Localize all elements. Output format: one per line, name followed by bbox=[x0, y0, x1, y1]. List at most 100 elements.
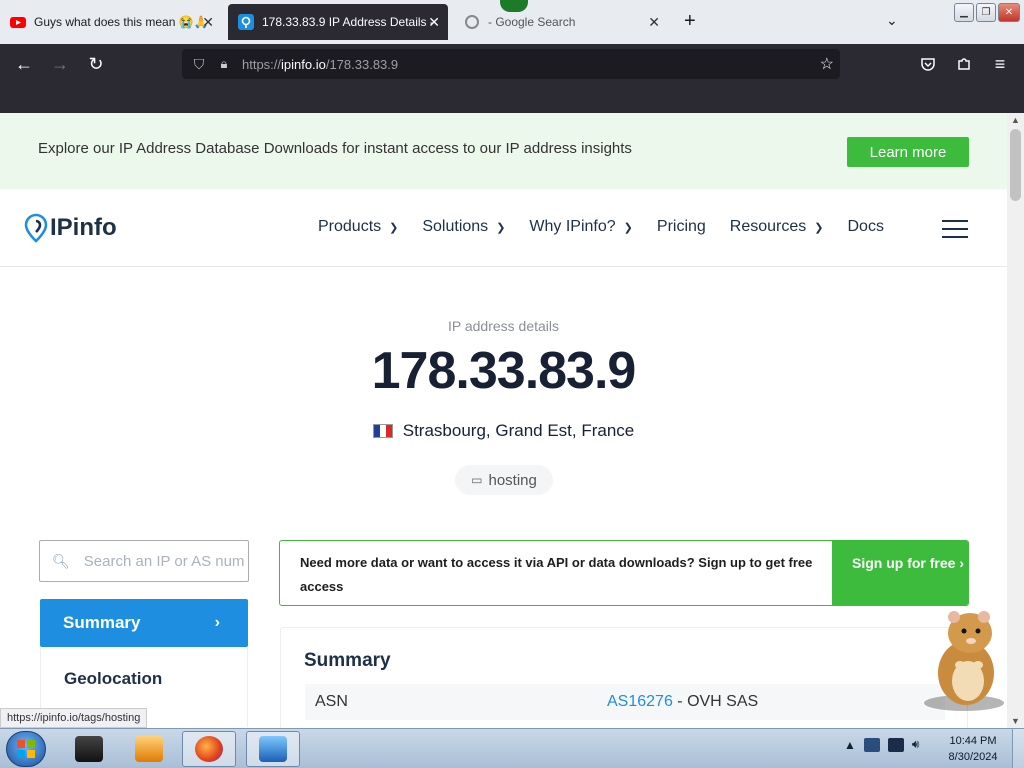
tab-youtube[interactable]: Guys what does this mean 😭🙏 ✕ bbox=[0, 4, 222, 40]
nav-why-ipinfo[interactable]: Why IPinfo? ❯ bbox=[529, 218, 632, 236]
window-controls: ▁ ❐ ✕ bbox=[954, 3, 1020, 22]
checkmark-app-icon bbox=[259, 736, 287, 762]
nav-products[interactable]: Products ❯ bbox=[318, 218, 398, 236]
new-tab-icon[interactable]: + bbox=[684, 10, 696, 33]
promo-text: Need more data or want to access it via … bbox=[300, 555, 813, 594]
promo-banner: Explore our IP Address Database Download… bbox=[0, 113, 1007, 189]
pocket-icon[interactable] bbox=[916, 52, 940, 76]
back-arrow-icon[interactable]: ← bbox=[12, 52, 36, 76]
summary-title: Summary bbox=[304, 650, 391, 671]
location-text: Strasbourg, Grand Est, France bbox=[402, 421, 635, 440]
sidebar-item-summary[interactable]: Summary › bbox=[40, 599, 248, 647]
location-line: Strasbourg, Grand Est, France bbox=[0, 421, 1007, 441]
reload-icon[interactable]: ↻ bbox=[84, 52, 108, 76]
address-bar[interactable]: ⛉ 🔒︎ https://ipinfo.io/178.33.83.9 ☆ bbox=[182, 49, 840, 79]
tab-title: - Google Search bbox=[488, 15, 576, 29]
clock-time: 10:44 PM bbox=[949, 735, 997, 747]
tag-label: hosting bbox=[488, 471, 537, 489]
table-row: ASN AS16276 - OVH SAS bbox=[305, 684, 945, 720]
server-icon: ▭ bbox=[471, 473, 483, 487]
hosting-tag[interactable]: ▭ hosting bbox=[455, 465, 553, 495]
site-header: IPinfo Products ❯ Solutions ❯ Why IPinfo? ❯… bbox=[0, 189, 1007, 267]
search-icon: 🔍︎ bbox=[52, 552, 70, 569]
navigation-toolbar: ← → ↻ ⛉ 🔒︎ https://ipinfo.io/178.33.83.9… bbox=[0, 44, 1024, 84]
tab-title: 178.33.83.9 IP Address Details - bbox=[262, 15, 434, 29]
learn-more-button[interactable]: Learn more bbox=[847, 137, 969, 167]
windows-logo-icon bbox=[17, 740, 35, 758]
network-icon[interactable] bbox=[887, 737, 904, 752]
signup-promo: Need more data or want to access it via … bbox=[279, 540, 969, 606]
link-status-bar: https://ipinfo.io/tags/hosting bbox=[0, 708, 148, 728]
nav-docs[interactable]: Docs bbox=[848, 218, 884, 236]
tray-expand-icon[interactable]: ▲ bbox=[844, 738, 856, 752]
nav-solutions[interactable]: Solutions ❯ bbox=[422, 218, 505, 236]
ip-address-heading: 178.33.83.9 bbox=[371, 342, 637, 400]
firefox-icon bbox=[195, 736, 223, 762]
list-tabs-chevron-icon[interactable]: ⌄ bbox=[886, 12, 898, 29]
ipinfo-logo[interactable]: IPinfo bbox=[24, 213, 117, 243]
close-tab-icon[interactable]: ✕ bbox=[648, 14, 660, 31]
main-nav: Products ❯ Solutions ❯ Why IPinfo? ❯ Pricin… bbox=[318, 218, 908, 236]
tab-ipinfo[interactable]: 178.33.83.9 IP Address Details - ✕ bbox=[228, 4, 448, 40]
tab-strip: Guys what does this mean 😭🙏 ✕ 178.33.83.… bbox=[0, 0, 1024, 44]
ipinfo-icon bbox=[238, 14, 254, 30]
close-window-icon[interactable]: ✕ bbox=[998, 3, 1020, 22]
start-button[interactable] bbox=[6, 731, 46, 767]
close-tab-icon[interactable]: ✕ bbox=[202, 14, 214, 31]
minimize-icon[interactable]: ▁ bbox=[954, 3, 974, 22]
france-flag-icon bbox=[372, 424, 393, 438]
nav-pricing[interactable]: Pricing bbox=[657, 218, 706, 236]
google-icon bbox=[465, 15, 479, 29]
chevron-down-icon: ❯ bbox=[496, 221, 506, 234]
extensions-icon[interactable] bbox=[952, 52, 976, 76]
toolbar-spacer bbox=[0, 84, 1024, 113]
asn-link[interactable]: AS16276 bbox=[607, 693, 673, 710]
forward-arrow-icon[interactable]: → bbox=[48, 52, 72, 76]
tab-google-search[interactable]: - Google Search ✕ bbox=[454, 4, 668, 40]
youtube-icon bbox=[10, 17, 26, 28]
clock[interactable]: 10:44 PM 8/30/2024 bbox=[940, 733, 1006, 765]
windows-taskbar: ▲ 🔊︎ 10:44 PM 8/30/2024 bbox=[0, 728, 1024, 768]
scroll-thumb[interactable] bbox=[1010, 129, 1021, 201]
page-viewport: Explore our IP Address Database Download… bbox=[0, 113, 1007, 728]
chevron-down-icon: ❯ bbox=[623, 221, 633, 234]
tray-app-icon[interactable] bbox=[863, 737, 880, 752]
system-tray: ▲ 🔊︎ bbox=[844, 737, 919, 752]
volume-icon[interactable]: 🔊︎ bbox=[912, 737, 920, 752]
row-value: AS16276 - OVH SAS bbox=[607, 693, 759, 710]
bookmark-star-icon[interactable]: ☆ bbox=[820, 54, 834, 74]
restore-icon[interactable]: ❐ bbox=[976, 3, 996, 22]
location-pin-icon bbox=[24, 213, 48, 243]
close-tab-icon[interactable]: ✕ bbox=[428, 14, 440, 31]
signup-button[interactable]: Sign up for free › bbox=[832, 541, 968, 605]
scroll-up-icon[interactable]: ▲ bbox=[1011, 115, 1020, 125]
taskbar-app-media-player[interactable] bbox=[122, 731, 176, 767]
hamburger-menu-icon[interactable] bbox=[942, 220, 968, 238]
nav-resources[interactable]: Resources ❯ bbox=[730, 218, 824, 236]
hamster-sticker-icon bbox=[924, 611, 1004, 711]
taskbar-app-firefox[interactable] bbox=[182, 731, 236, 767]
page-scrollbar[interactable]: ▲ ▼ bbox=[1007, 113, 1024, 728]
taskbar-app-checker[interactable] bbox=[246, 731, 300, 767]
terminal-icon bbox=[75, 736, 103, 762]
clock-date: 8/30/2024 bbox=[948, 751, 998, 763]
media-player-icon bbox=[135, 736, 163, 762]
summary-card: Summary ASN AS16276 - OVH SAS bbox=[280, 627, 968, 728]
taskbar-app-terminal[interactable] bbox=[62, 731, 116, 767]
ip-search-box[interactable]: 🔍︎ bbox=[39, 540, 249, 582]
banner-text: Explore our IP Address Database Download… bbox=[38, 140, 632, 157]
chevron-down-icon: ❯ bbox=[814, 221, 824, 234]
url-text[interactable]: https://ipinfo.io/178.33.83.9 bbox=[242, 57, 398, 72]
logo-text: IPinfo bbox=[50, 214, 117, 241]
show-desktop-button[interactable] bbox=[1012, 729, 1024, 768]
hero-label: IP address details bbox=[447, 318, 560, 334]
chevron-right-icon: › bbox=[214, 614, 220, 631]
menu-icon[interactable]: ≡ bbox=[988, 52, 1012, 76]
scroll-down-icon[interactable]: ▼ bbox=[1011, 716, 1020, 726]
tracking-shield-icon[interactable]: ⛉ bbox=[190, 56, 208, 73]
ip-search-input[interactable] bbox=[83, 552, 244, 570]
tab-title: Guys what does this mean 😭🙏 bbox=[34, 15, 209, 29]
lock-icon[interactable]: 🔒︎ bbox=[216, 56, 232, 72]
row-key: ASN bbox=[315, 693, 348, 710]
chevron-down-icon: ❯ bbox=[389, 221, 399, 234]
